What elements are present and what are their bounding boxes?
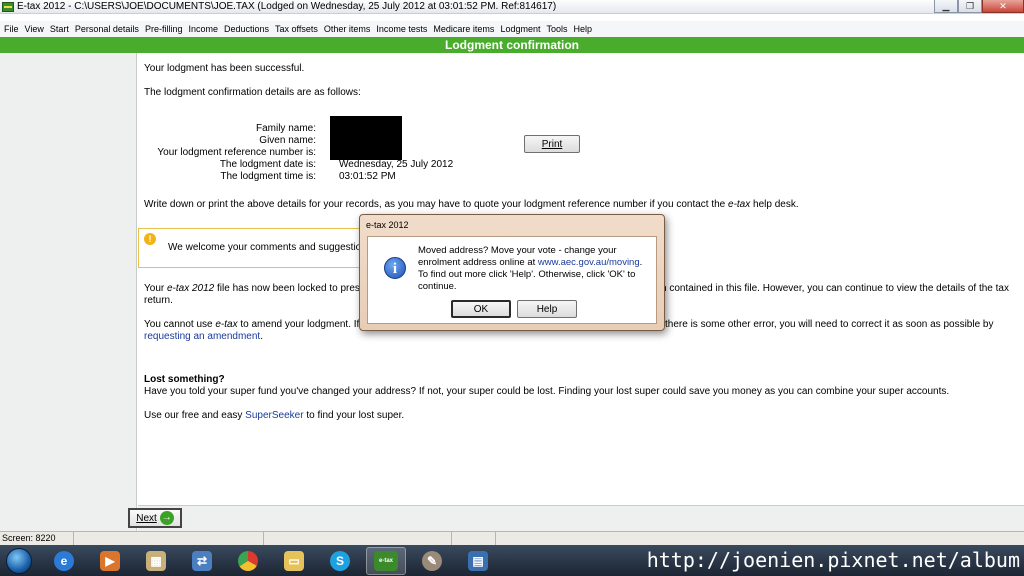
lost-something-heading: Lost something?: [144, 374, 225, 385]
menu-other-items[interactable]: Other items: [324, 24, 371, 34]
etax-icon[interactable]: e-tax: [366, 546, 406, 575]
reference-label: Your lodgment reference number is:: [157, 147, 316, 158]
aec-link[interactable]: www.aec.gov.au/moving: [538, 257, 640, 268]
amend-part-a: You cannot use: [144, 319, 216, 330]
menu-bar: File View Start Personal details Pre-fil…: [0, 21, 1024, 37]
warning-icon: !: [144, 233, 156, 245]
paint-icon[interactable]: ✎: [412, 547, 452, 575]
lodgment-date-value: Wednesday, 25 July 2012: [339, 159, 454, 170]
etax-app-icon: [2, 1, 14, 12]
screen-number: Screen: 8220: [0, 532, 74, 545]
print-button-label: Print: [541, 138, 563, 150]
menu-personal-details[interactable]: Personal details: [75, 24, 139, 34]
bottom-button-bar: [138, 505, 1024, 531]
dialog-title: e-tax 2012: [366, 220, 409, 230]
requesting-amendment-link[interactable]: requesting an amendment: [144, 331, 260, 342]
maximize-button[interactable]: ❐: [958, 0, 982, 13]
family-name-label: Family name:: [255, 123, 316, 134]
etax-2012-emphasis: e-tax 2012: [166, 283, 215, 294]
left-navigation-pane: [0, 53, 137, 531]
menu-tools[interactable]: Tools: [546, 24, 567, 34]
folder-icon[interactable]: ▭: [274, 547, 314, 575]
write-down-text: Write down or print the above details fo…: [144, 199, 799, 210]
watermark-url: http://joenien.pixnet.net/album: [646, 548, 1020, 572]
amend-text-right: there is some other error, you will need…: [665, 319, 994, 330]
dialog-line-3: To find out more click 'Help'. Otherwise…: [418, 269, 636, 280]
details-intro: The lodgment confirmation details are as…: [144, 87, 361, 98]
seeker-part-a: Use our free and easy: [144, 410, 246, 421]
menu-start[interactable]: Start: [50, 24, 69, 34]
status-cell-5: [496, 532, 1024, 545]
window-controls: ▁ ❐ ✕: [934, 0, 1024, 13]
locked-text-right: n contained in this file. However, you c…: [661, 283, 1009, 294]
dialog-line-4: continue.: [418, 281, 457, 292]
redacted-personal-details: [330, 116, 402, 160]
dialog-line-2a: enrolment address online at: [418, 257, 538, 268]
ie-icon[interactable]: e: [44, 547, 84, 575]
amend-text: You cannot use e-tax to amend your lodgm…: [144, 319, 367, 330]
lodgment-time-value: 03:01:52 PM: [339, 171, 396, 182]
info-icon: i: [384, 257, 406, 279]
help-button[interactable]: Help: [517, 300, 577, 318]
menu-income[interactable]: Income: [188, 24, 218, 34]
dialog-message: Moved address? Move your vote - change y…: [418, 245, 658, 293]
superseeker-link[interactable]: SuperSeeker: [245, 410, 303, 421]
given-name-label: Given name:: [259, 135, 316, 146]
ok-button-label: OK: [473, 303, 489, 315]
dialog-line-2b: .: [639, 257, 643, 268]
menu-view[interactable]: View: [25, 24, 44, 34]
lost-super-text: Have you told your super fund you've cha…: [144, 386, 950, 397]
menu-deductions[interactable]: Deductions: [224, 24, 269, 34]
success-message: Your lodgment has been successful.: [144, 63, 305, 74]
locked-part-a: Your: [144, 283, 167, 294]
next-button[interactable]: Next →: [128, 508, 182, 528]
seeker-part-b: to find your lost super.: [303, 410, 405, 421]
etax-emphasis-2: e-tax: [215, 319, 238, 330]
file-explorer-icon[interactable]: ▦: [136, 547, 176, 575]
amend-line2: requesting an amendment.: [144, 331, 263, 342]
welcome-text: We welcome your comments and suggestio: [168, 242, 362, 253]
print-button[interactable]: Print: [524, 135, 580, 153]
time-label: The lodgment time is:: [220, 171, 316, 182]
locked-text: Your e-tax 2012 file has now been locked…: [144, 283, 365, 294]
title-bar: E-tax 2012 - C:\USERS\JOE\DOCUMENTS\JOE.…: [0, 0, 1024, 14]
status-cell-2: [74, 532, 264, 545]
skype-icon[interactable]: S: [320, 547, 360, 575]
menu-tax-offsets[interactable]: Tax offsets: [275, 24, 318, 34]
write-down-end: help desk.: [750, 199, 799, 210]
status-bar: Screen: 8220: [0, 531, 1024, 545]
close-button[interactable]: ✕: [982, 0, 1024, 13]
menu-help[interactable]: Help: [573, 24, 592, 34]
ok-button[interactable]: OK: [451, 300, 511, 318]
network-icon[interactable]: ⇄: [182, 547, 222, 575]
locked-part-b: file has now been locked to prese: [214, 283, 366, 294]
start-button[interactable]: [6, 547, 32, 574]
window-title: E-tax 2012 - C:\USERS\JOE\DOCUMENTS\JOE.…: [17, 1, 557, 12]
menu-file[interactable]: File: [4, 24, 19, 34]
date-label: The lodgment date is:: [219, 159, 316, 170]
menu-lodgment[interactable]: Lodgment: [500, 24, 540, 34]
help-button-label: Help: [536, 303, 558, 315]
amend-part-b: to amend your lodgment. If y: [237, 319, 368, 330]
status-cell-4: [452, 532, 496, 545]
menu-pre-filling[interactable]: Pre-filling: [145, 24, 183, 34]
menu-income-tests[interactable]: Income tests: [376, 24, 427, 34]
write-down-part: Write down or print the above details fo…: [144, 199, 729, 210]
status-cell-3: [264, 532, 452, 545]
locked-text-line2: return.: [144, 295, 173, 306]
dialog-line-1: Moved address? Move your vote - change y…: [418, 245, 617, 256]
next-button-label: Next: [136, 512, 157, 524]
media-player-icon[interactable]: ▶: [90, 547, 130, 575]
superseeker-text: Use our free and easy SuperSeeker to fin…: [144, 410, 404, 421]
arrow-right-icon: →: [159, 511, 174, 525]
message-dialog: e-tax 2012 i Moved address? Move your vo…: [359, 214, 665, 331]
chrome-icon[interactable]: [228, 547, 268, 575]
dialog-line-2: enrolment address online at www.aec.gov.…: [418, 257, 658, 269]
amend-end: .: [260, 331, 263, 342]
etax-emphasis: e-tax: [728, 199, 751, 210]
minimize-button[interactable]: ▁: [934, 0, 958, 13]
book-icon[interactable]: ▤: [458, 547, 498, 575]
menu-medicare-items[interactable]: Medicare items: [433, 24, 494, 34]
page-title: Lodgment confirmation: [0, 37, 1024, 53]
